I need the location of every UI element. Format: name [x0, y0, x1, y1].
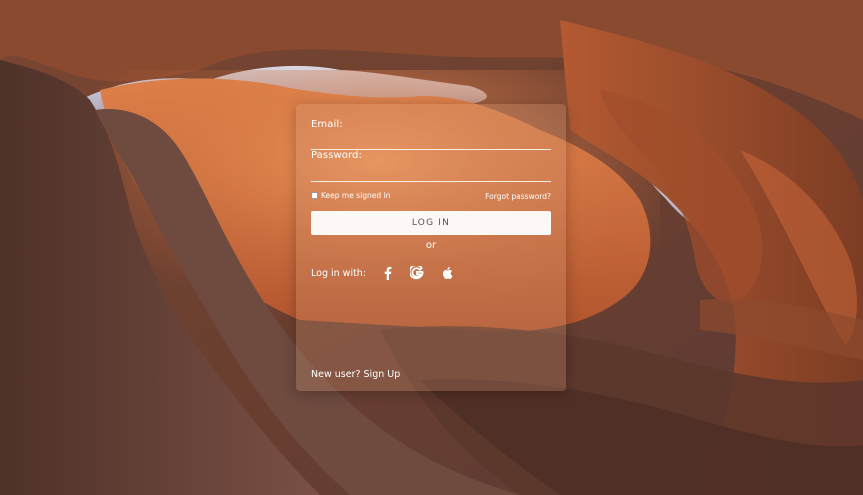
login-button[interactable]: LOG IN — [311, 211, 551, 235]
password-field[interactable] — [311, 166, 551, 180]
forgot-password-link[interactable]: Forgot password? — [485, 192, 551, 201]
login-card: Email: Password: Keep me signed in Forgo… — [296, 104, 566, 391]
email-label: Email: — [311, 119, 343, 130]
email-field[interactable] — [311, 134, 551, 148]
social-login: Log in with: — [311, 265, 469, 281]
keep-signed-in[interactable]: Keep me signed in — [311, 191, 390, 200]
password-underline — [311, 181, 551, 182]
password-label: Password: — [311, 150, 362, 161]
or-separator: or — [425, 240, 437, 251]
apple-icon[interactable] — [439, 265, 455, 281]
signup-link[interactable]: New user? Sign Up — [311, 369, 400, 380]
keep-signed-in-checkbox[interactable] — [311, 192, 318, 199]
keep-signed-in-label: Keep me signed in — [321, 191, 391, 200]
social-login-label: Log in with: — [311, 267, 367, 279]
facebook-icon[interactable] — [379, 265, 395, 281]
google-icon[interactable] — [409, 265, 425, 281]
